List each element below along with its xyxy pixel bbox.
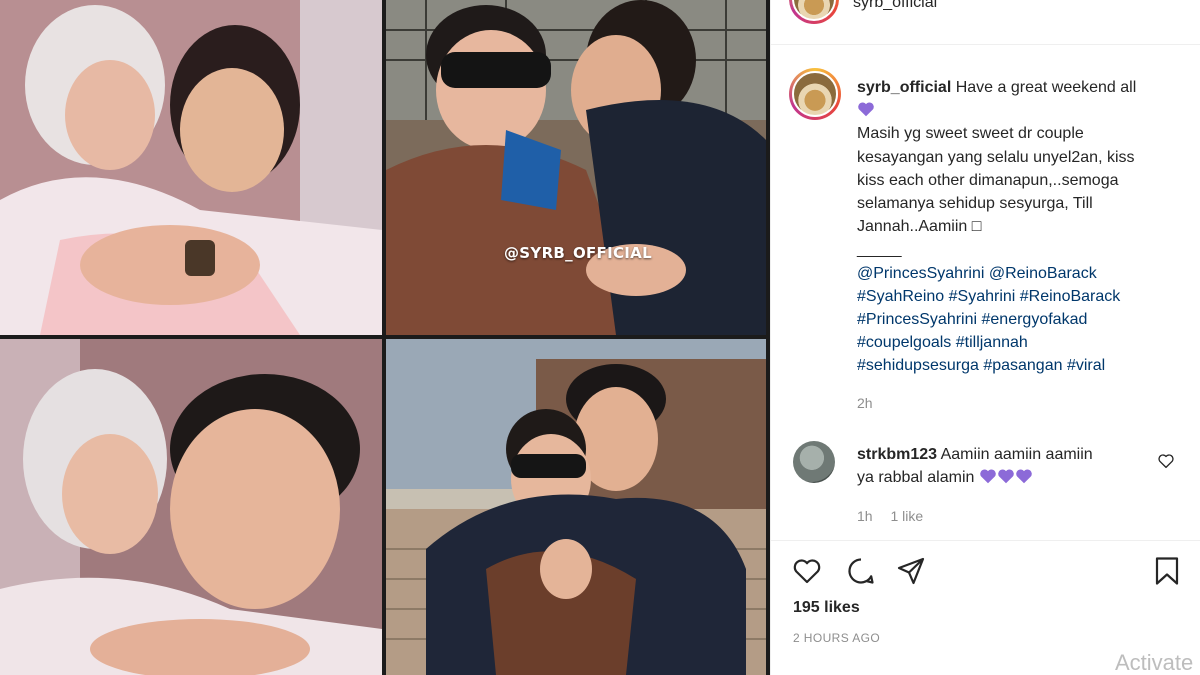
comment-avatar[interactable]	[793, 441, 835, 483]
missing-glyph-box: □	[971, 218, 982, 236]
header-divider	[771, 44, 1200, 45]
post-time-ago[interactable]: 2 HOURS AGO	[793, 631, 880, 645]
photo-bottom-left	[0, 339, 382, 675]
caption-tags-line[interactable]: #SyahReino #Syahrini #ReinoBarack	[857, 285, 1182, 308]
post-image-collage[interactable]: @SYRB_OFFICIAL	[0, 0, 770, 675]
caption-tags-line[interactable]: #sehidupsesurga #pasangan #viral	[857, 354, 1182, 377]
caption-timestamp[interactable]: 2h	[857, 395, 873, 411]
comment-text: ya rabbal alamin	[857, 469, 975, 487]
header-avatar[interactable]	[789, 0, 839, 24]
post-caption: syrb_official Have a great weekend all M…	[857, 76, 1182, 378]
comment-bubble-icon[interactable]	[845, 555, 877, 587]
caption-line: Jannah..Aamiin	[857, 218, 972, 236]
photo-bottom-right	[386, 339, 766, 675]
purple-heart-icon	[980, 469, 996, 484]
caption-tags-line[interactable]: @PrincesSyahrini @ReinoBarack	[857, 262, 1182, 285]
comment-text: Aamiin aamiin aamiin	[940, 446, 1093, 463]
caption-line: kesayangan yang selalu unyel2an, kiss	[857, 148, 1135, 166]
caption-tags-line[interactable]: #coupelgoals #tilljannah	[857, 331, 1182, 354]
photo-watermark: @SYRB_OFFICIAL	[504, 244, 652, 262]
purple-heart-icon	[998, 469, 1014, 484]
header-username[interactable]: syrb_official	[853, 0, 937, 12]
caption-line: selamanya sehidup sesyurga, Till	[857, 195, 1093, 213]
caption-tags-line[interactable]: #PrincesSyahrini #energyofakad	[857, 308, 1182, 331]
photo-top-right: @SYRB_OFFICIAL	[386, 0, 766, 335]
comment-like-count[interactable]: 1 like	[890, 508, 923, 524]
heart-icon[interactable]	[791, 555, 823, 587]
photo-top-left	[0, 0, 382, 335]
share-icon[interactable]	[895, 555, 927, 587]
caption-line: Masih yg sweet sweet dr couple	[857, 125, 1084, 143]
post-details-panel: syrb_official syrb_official Have a great…	[770, 0, 1200, 675]
likes-count[interactable]: 195 likes	[793, 599, 860, 617]
caption-username[interactable]: syrb_official	[857, 79, 951, 96]
caption-line: kiss each other dimanapun,..semoga	[857, 171, 1119, 189]
caption-first-line: Have a great weekend all	[955, 79, 1137, 96]
purple-heart-icon	[858, 102, 874, 117]
caption-separator: _____	[857, 241, 902, 259]
comment-timestamp[interactable]: 1h	[857, 508, 873, 524]
heart-outline-small-icon[interactable]	[1157, 452, 1175, 470]
caption-avatar[interactable]	[789, 68, 841, 120]
bookmark-icon[interactable]	[1151, 555, 1183, 587]
purple-heart-icon	[1016, 469, 1032, 484]
comment: strkbm123 Aamiin aamiin aamiin ya rabbal…	[857, 443, 1147, 489]
comment-username[interactable]: strkbm123	[857, 446, 937, 463]
comment-meta: 1h 1 like	[857, 508, 937, 524]
os-activation-watermark: Activate	[1115, 650, 1194, 675]
actions-divider	[771, 540, 1200, 541]
